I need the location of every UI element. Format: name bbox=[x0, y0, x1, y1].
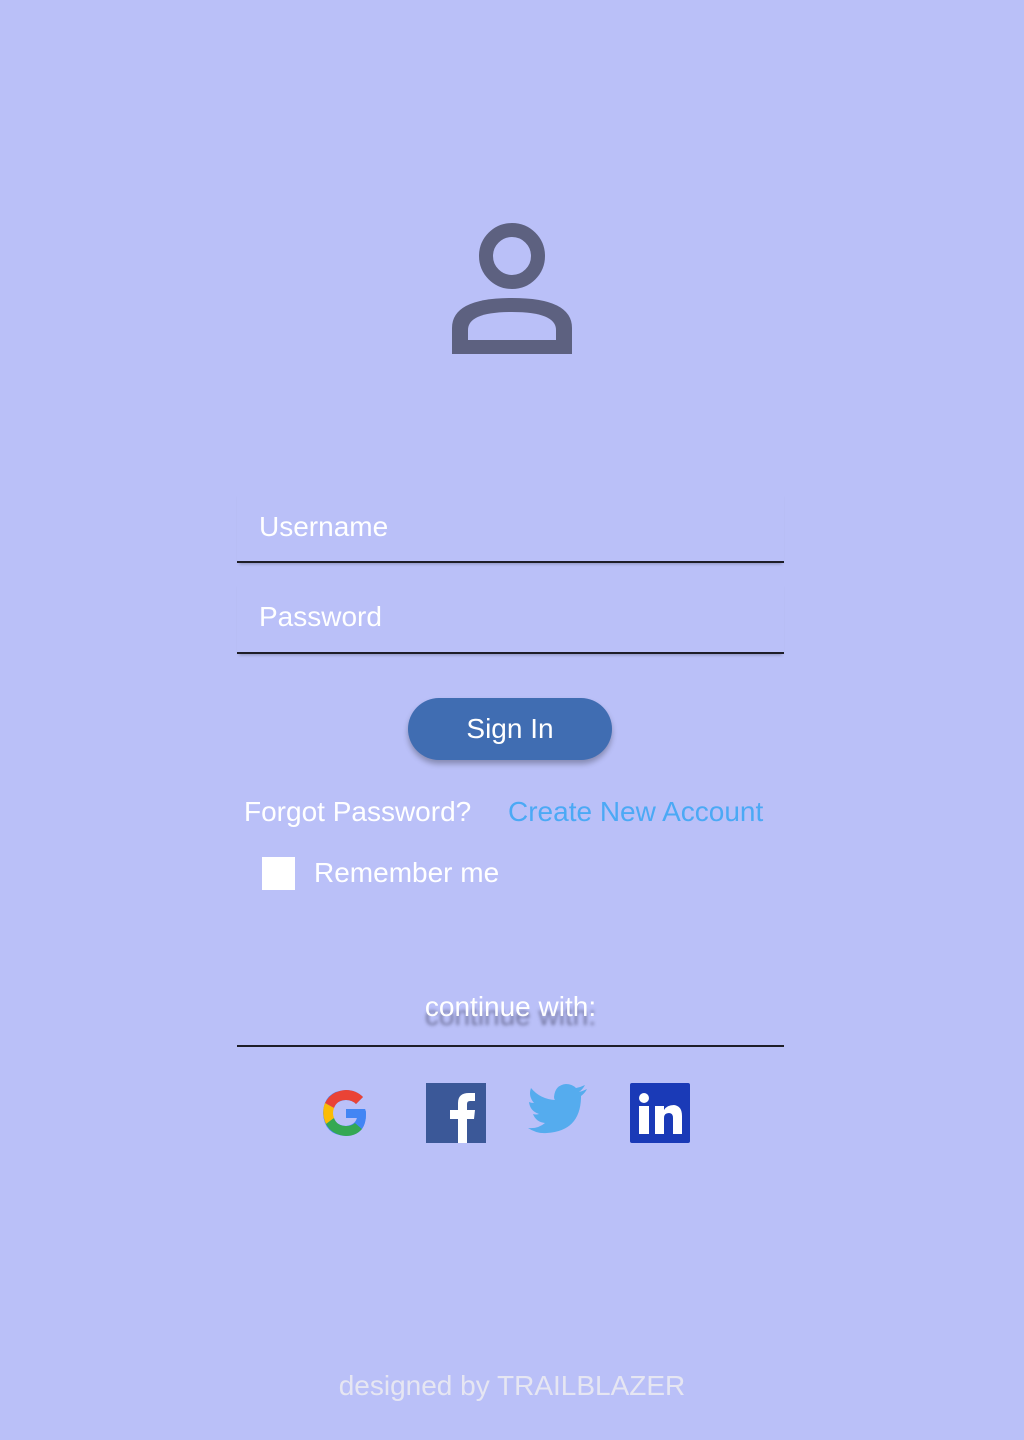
facebook-icon bbox=[426, 1083, 486, 1143]
designer-credit: designed by TRAILBLAZER bbox=[338, 1370, 686, 1401]
forgot-password-link[interactable]: Forgot Password? bbox=[244, 796, 471, 828]
continue-with-divider: continue with: bbox=[237, 985, 784, 1047]
password-input[interactable] bbox=[259, 582, 759, 652]
continue-with-heading: continue with: bbox=[424, 991, 597, 1022]
linkedin-icon bbox=[630, 1083, 690, 1143]
google-login-button[interactable] bbox=[316, 1083, 376, 1143]
password-field[interactable] bbox=[237, 582, 784, 654]
remember-me-checkbox[interactable] bbox=[262, 857, 295, 890]
username-input[interactable] bbox=[259, 492, 759, 562]
create-account-link[interactable]: Create New Account bbox=[508, 796, 763, 828]
twitter-icon bbox=[528, 1084, 587, 1134]
remember-me-label: Remember me bbox=[314, 857, 500, 888]
linkedin-login-button[interactable] bbox=[630, 1083, 690, 1143]
facebook-login-button[interactable] bbox=[426, 1083, 486, 1143]
twitter-login-button[interactable] bbox=[528, 1083, 588, 1143]
username-field[interactable] bbox=[237, 492, 784, 563]
user-avatar-icon bbox=[438, 216, 586, 364]
sign-in-button[interactable]: Sign In bbox=[408, 698, 612, 760]
google-icon bbox=[323, 1090, 366, 1136]
